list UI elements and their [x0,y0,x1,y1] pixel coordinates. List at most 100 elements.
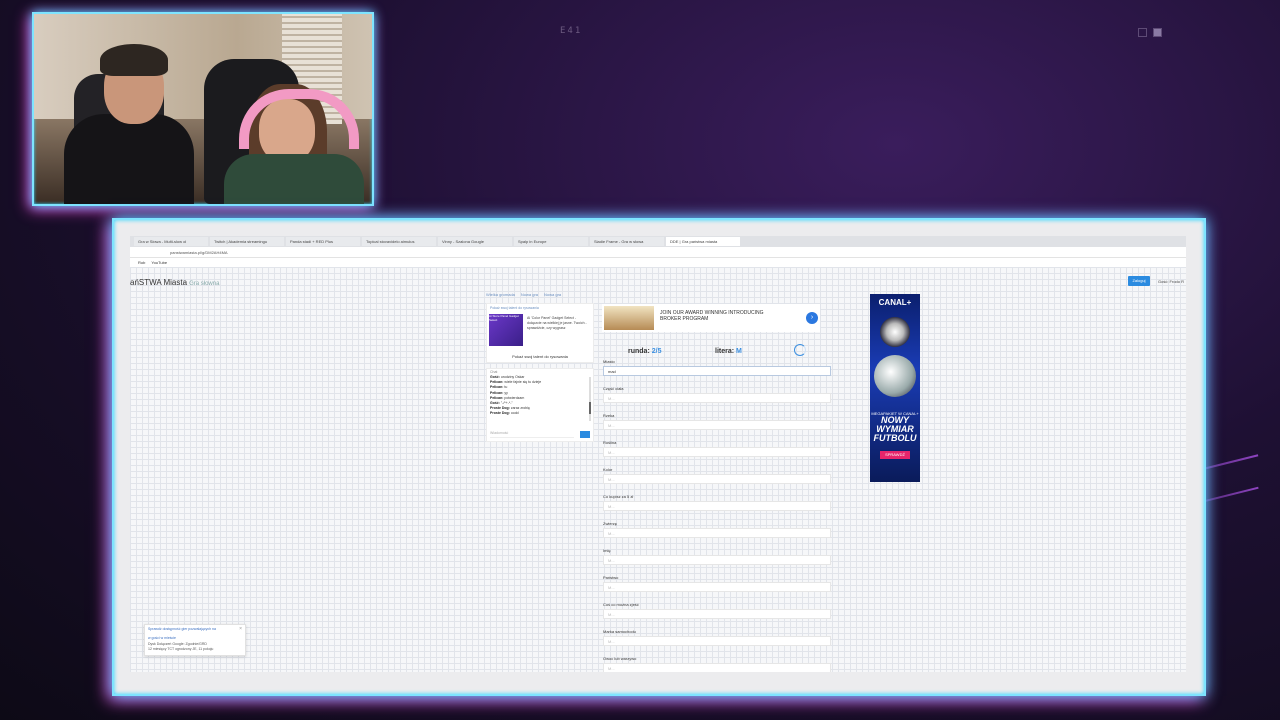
browser-window: Gra w Słowa - Multi-slow ol Twitch | Akad… [130,236,1186,672]
round-label: runda: [628,348,650,355]
champions-logo-icon [880,317,910,347]
login-button[interactable]: Zaloguj [1128,276,1150,286]
site-title-text: ańSTWA Miasta [130,278,188,287]
ad-banner-side[interactable]: CANAL+ MEGAPAKIET W CANAL+ NOWY WYMIAR F… [870,294,920,482]
answer-field: Kolor M... [603,467,833,494]
promo-footer[interactable]: Pokaż swoj talent do rysowania [487,354,593,359]
answer-field: Część ciała M... [603,386,833,413]
answer-input[interactable]: M... [603,447,831,457]
browser-tab[interactable]: Siadie Frame - Gra w słowa [590,237,664,246]
site-subtitle: Gra słowna [189,281,220,287]
chat-author: Pelican: [490,385,504,390]
chat-text: oodd [510,411,519,416]
chat-author: Proste Dog: [490,406,510,411]
answer-input[interactable]: M... [603,555,831,565]
close-icon[interactable]: × [239,626,242,632]
answer-field: Rzeka M... [603,413,833,440]
ad-banner-top[interactable]: JOIN OUR AWARD WINNING INTRODUCING BROKE… [602,304,820,332]
answer-input[interactable]: M... [603,474,831,484]
field-label: Co kupisz za 5 zł [603,494,634,499]
chat-author: Pelican: [490,380,504,385]
address-bar[interactable]: panstwamiasta.pl/g/DM2AH4MA [130,247,1186,258]
field-label: Państwo [603,575,619,580]
promo-header: Pokaż swoj talent do rysowania [490,306,539,310]
chat-send-button[interactable] [580,431,590,438]
browser-tab[interactable]: Vinny - Szalona Gougle [438,237,512,246]
bookmark-item[interactable]: YouTube [151,260,167,265]
browser-tab[interactable]: Gra w Słowa - Multi-slow ol [134,237,208,246]
ad-headline: FUTBOLU [873,433,917,443]
chat-text: "-/*+-*-" [500,401,513,406]
field-label: Część ciała [603,386,624,391]
answer-input[interactable]: M... [603,393,831,403]
promo-box: Pokaż swoj talent do rysowania Ai Store … [486,303,594,363]
breadcrumb-link[interactable]: Nowa gra [544,292,561,297]
ad-headline: NOWY WYMIAR [876,415,914,434]
overlay-squares [1138,28,1162,37]
answer-field: Coś co można zjeść M... [603,602,833,629]
answer-input[interactable]: M... [603,609,831,619]
answer-field: Imię M... [603,548,833,575]
breadcrumb: Wielka gromada Nowa gra Nowa gra [486,292,561,297]
guest-label: Gość: Frodo R [1157,279,1184,284]
overlay-label: E41 [560,26,583,36]
letter-indicator: litera: M [715,348,742,355]
browser-tab[interactable]: DDE | Gra państwa miasta [666,237,740,246]
answer-field: Zwierzę M... [603,521,833,548]
field-label: Marka samochodu [603,629,636,634]
browser-tab[interactable]: Topical stovavidelo aimulus [362,237,436,246]
browser-tab[interactable]: Spalp in Europe [514,237,588,246]
chat-text: potwierdzam [504,395,525,400]
ad-text: JOIN OUR AWARD WINNING INTRODUCING BROKE… [660,310,764,322]
promo-text: Ai 'Color Panel' Gadget Select - dołączc… [527,316,587,330]
answer-input[interactable]: M... [603,528,831,538]
letter-value: M [736,348,742,355]
chat-text: tu [504,385,508,390]
notification-title: w gości w mieście [148,635,177,640]
answer-field: Państwo M... [603,575,833,602]
notification-title: Sprawdź dostępność gier pozwalających na [148,627,216,631]
browser-tab[interactable]: Twitch | Akademia streamingu [210,237,284,246]
football-icon [874,355,916,397]
chat-text: yy [504,390,508,395]
answer-input[interactable]: M... [603,582,831,592]
promo-image[interactable]: Ai Store Panel Gadget Select [489,314,523,346]
answer-input[interactable]: M... [603,636,831,646]
notification-body: 12 miesięcy TCT ogrodzony JE, 11 pokoju [148,646,214,651]
chat-message-input[interactable]: Wiadomość [490,430,574,438]
breadcrumb-link[interactable]: Nowa gra [521,292,538,297]
answer-input[interactable]: mad [603,366,831,376]
site-title[interactable]: ańSTWA Miasta Gra słowna [130,278,219,287]
ad-arrow-icon[interactable]: › [806,312,818,324]
field-label: Kolor [603,467,613,472]
page-content: ańSTWA Miasta Gra słowna Zaloguj Gość: Fr… [130,267,1186,672]
field-label: Owoc lub warzywo [603,656,637,661]
answer-field: Miasto mad [603,359,833,386]
answer-field: Marka samochodu M... [603,629,833,656]
chat-message: Proste Dog: oodd [487,411,593,416]
bookmark-item[interactable]: Rob [138,260,145,265]
ad-cta-button[interactable]: SPRAWDŹ [880,451,910,459]
webcam-feed [32,12,374,206]
answer-form: Miasto mad Część ciała M... Rzeka M... Roślina… [603,359,833,672]
ad-thumbnail [604,306,654,330]
tab-strip: Gra w Słowa - Multi-slow ol Twitch | Akad… [130,236,1186,247]
ad-brand: CANAL+ [878,298,912,307]
chat-scrollbar[interactable] [589,377,591,421]
chat-author: Pelican: [490,395,504,400]
chat-text: wiele fajnie się tu dzieje [504,380,542,385]
breadcrumb-link[interactable]: Wielka gromada [486,292,515,297]
answer-input[interactable]: M... [603,663,831,672]
chat-text: urodziny Oskar [500,375,525,379]
notification-popup[interactable]: × Sprawdź dostępność gier pozwalających … [144,624,246,656]
browser-tab[interactable]: Panda stadi + RED Plus [286,237,360,246]
round-indicator: runda: 2/5 [628,348,661,355]
chat-author: Proste Dog: [490,411,510,416]
letter-label: litera: [715,348,735,355]
timer-icon [794,344,806,356]
answer-input[interactable]: M... [603,501,831,511]
chat-text: zaraz zrobię [510,406,530,411]
answer-input[interactable]: M... [603,420,831,430]
field-label: Coś co można zjeść [603,602,639,607]
field-label: Roślina [603,440,617,445]
